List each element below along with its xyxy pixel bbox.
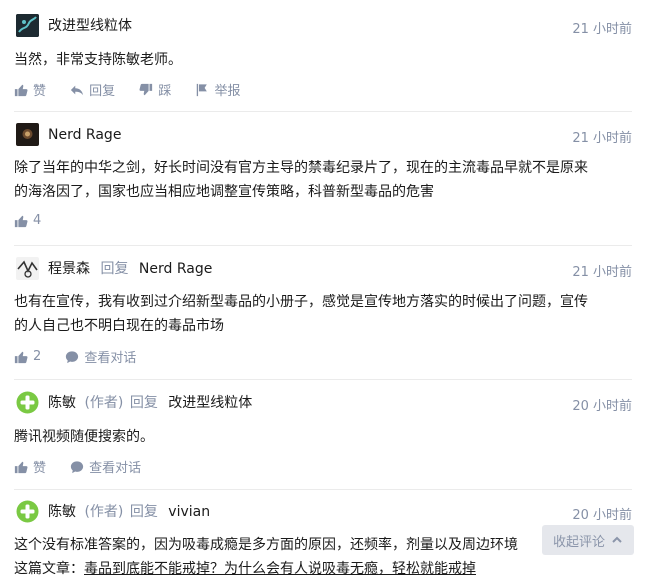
comment-time: 21 小时前 [572, 22, 632, 37]
content-prefix: 这篇文章： [14, 561, 84, 577]
author-line: Nerd Rage [48, 125, 121, 145]
reply-icon [71, 85, 84, 95]
comment-thread: 改进型线粒体 21 小时前 当然，非常支持陈敏老师。 赞 回复 踩 举报 Ner… [0, 0, 651, 586]
avatar[interactable] [16, 14, 39, 37]
view-conversation-label: 查看对话 [84, 351, 137, 366]
view-conversation-button[interactable]: 查看对话 [65, 347, 136, 366]
chat-bubble-icon [71, 460, 84, 473]
reply-button[interactable]: 回复 [70, 80, 115, 99]
comment-item: 陈敏 (作者) 回复 改进型线粒体 20 小时前 腾讯视频随便搜索的。 赞 查看… [14, 391, 634, 481]
collapse-comments-button[interactable]: 收起评论 [542, 525, 634, 555]
like-button[interactable]: 赞 [14, 80, 46, 99]
comment-header: 改进型线粒体 21 小时前 [14, 14, 634, 38]
like-label: 赞 [33, 84, 47, 99]
content-line: 除了当年的中华之剑，好长时间没有官方主导的禁毒纪录片了，现在的主流毒品早就不是原… [14, 160, 588, 176]
dislike-label: 踩 [158, 84, 172, 99]
avatar[interactable] [16, 391, 39, 414]
comment-time: 20 小时前 [572, 399, 632, 414]
thumbs-up-icon [14, 84, 28, 96]
comment-item: 陈敏 (作者) 回复 vivian 20 小时前 这个没有标准答案的，因为吸毒成… [14, 500, 634, 586]
comment-content: 腾讯视频随便搜索的。 [14, 429, 154, 445]
comment-header: Nerd Rage 21 小时前 [14, 123, 634, 147]
author-line: 陈敏 (作者) 回复 改进型线粒体 [48, 393, 252, 413]
content-line: 这个没有标准答案的，因为吸毒成瘾是多方面的原因，还频率，剂量以及周边环境 [14, 537, 518, 553]
chat-bubble-icon [66, 350, 79, 363]
comment-content: 当然，非常支持陈敏老师。 [14, 52, 182, 68]
comment-content: 除了当年的中华之剑，好长时间没有官方主导的禁毒纪录片了，现在的主流毒品早就不是原… [14, 156, 634, 204]
author-name[interactable]: 陈敏 [48, 395, 76, 411]
like-label: 赞 [33, 461, 47, 476]
avatar-image [16, 123, 39, 146]
flag-icon [197, 83, 208, 96]
divider [14, 379, 632, 380]
plus-logo-icon [16, 500, 39, 523]
comment-time: 21 小时前 [572, 265, 632, 280]
reply-to-name[interactable]: 改进型线粒体 [168, 395, 252, 411]
comment-time: 20 小时前 [572, 508, 632, 523]
comment-actions: 赞 回复 踩 举报 [14, 80, 260, 100]
comment-actions: 赞 查看对话 [14, 457, 161, 477]
content-line: 这篇文章：毒品到底能不能戒掉？为什么会有人说吸毒无瘾，轻松就能戒掉 [14, 557, 634, 581]
comment-actions: 4 [14, 213, 61, 233]
like-button[interactable]: 4 [14, 213, 41, 228]
dislike-button[interactable]: 踩 [139, 80, 171, 99]
content-line: 的海洛因了，国家也应当相应地调整宣传策略，科普新型毒品的危害 [14, 184, 434, 200]
avatar-image [16, 257, 39, 280]
comment-item: 程景森 回复 Nerd Rage 21 小时前 也有在宣传，我有收到过介绍新型毒… [14, 257, 634, 369]
article-link[interactable]: 毒品到底能不能戒掉？为什么会有人说吸毒无瘾，轻松就能戒掉 [84, 561, 476, 577]
avatar-image [16, 14, 39, 37]
like-button[interactable]: 赞 [14, 457, 46, 476]
thumbs-up-icon [14, 215, 28, 227]
author-line: 程景森 回复 Nerd Rage [48, 259, 212, 279]
report-button[interactable]: 举报 [195, 80, 240, 99]
view-conversation-button[interactable]: 查看对话 [70, 457, 141, 476]
avatar[interactable] [16, 257, 39, 280]
author-name[interactable]: Nerd Rage [48, 127, 121, 143]
author-name[interactable]: 程景森 [48, 261, 90, 277]
comment-content: 也有在宣传，我有收到过介绍新型毒品的小册子，感觉是宣传地方落实的时候出了问题，宣… [14, 290, 634, 338]
like-count: 4 [33, 213, 42, 228]
reply-to-name[interactable]: vivian [168, 504, 210, 520]
report-label: 举报 [214, 84, 241, 99]
plus-logo-icon [16, 391, 39, 414]
author-line: 改进型线粒体 [48, 16, 132, 36]
author-tag: (作者) [84, 504, 124, 520]
comment-actions: 2 查看对话 [14, 347, 156, 367]
like-count: 2 [33, 349, 42, 364]
comment-header: 程景森 回复 Nerd Rage 21 小时前 [14, 257, 634, 281]
content-line: 也有在宣传，我有收到过介绍新型毒品的小册子，感觉是宣传地方落实的时候出了问题，宣… [14, 294, 588, 310]
collapse-comments-label: 收起评论 [552, 534, 605, 550]
divider [14, 111, 632, 112]
comment-item: 改进型线粒体 21 小时前 当然，非常支持陈敏老师。 赞 回复 踩 举报 [14, 14, 634, 104]
comment-header: 陈敏 (作者) 回复 改进型线粒体 20 小时前 [14, 391, 634, 415]
view-conversation-label: 查看对话 [89, 461, 142, 476]
like-button[interactable]: 2 [14, 349, 41, 364]
comment-header: 陈敏 (作者) 回复 vivian 20 小时前 [14, 500, 634, 524]
author-tag: (作者) [84, 395, 124, 411]
author-line: 陈敏 (作者) 回复 vivian [48, 502, 210, 522]
content-line: 的人自己也不明白现在的毒品市场 [14, 318, 224, 334]
author-name[interactable]: 陈敏 [48, 504, 76, 520]
divider [14, 245, 632, 246]
reply-word: 回复 [129, 395, 158, 411]
comment-content: 这个没有标准答案的，因为吸毒成瘾是多方面的原因，还频率，剂量以及周边环境 这篇文… [14, 533, 634, 581]
reply-word: 回复 [100, 261, 129, 277]
reply-label: 回复 [89, 84, 116, 99]
author-name[interactable]: 改进型线粒体 [48, 18, 132, 34]
thumbs-up-icon [14, 461, 28, 473]
comment-item: Nerd Rage 21 小时前 除了当年的中华之剑，好长时间没有官方主导的禁毒… [14, 123, 634, 235]
avatar[interactable] [16, 500, 39, 523]
thumbs-up-icon [14, 351, 28, 363]
reply-to-name[interactable]: Nerd Rage [139, 261, 212, 277]
thumbs-down-icon [139, 83, 153, 95]
divider [14, 489, 632, 490]
comment-time: 21 小时前 [572, 131, 632, 146]
reply-word: 回复 [129, 504, 158, 520]
avatar[interactable] [16, 123, 39, 146]
chevron-up-icon [612, 536, 622, 543]
